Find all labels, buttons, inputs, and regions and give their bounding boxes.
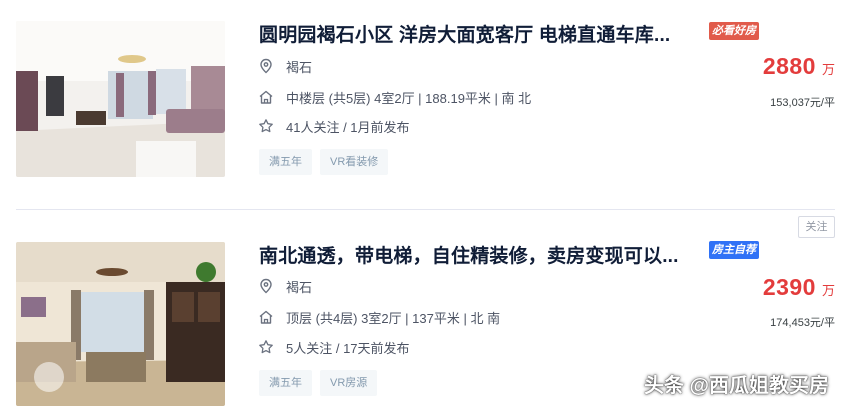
- tag-list: 满五年 VR房源: [259, 370, 378, 396]
- location-pin-icon: [258, 278, 274, 294]
- total-price-value: 2390: [762, 274, 816, 300]
- location-link[interactable]: 褐石: [286, 277, 312, 296]
- vr-icon[interactable]: [34, 362, 64, 392]
- tag-list: 满五年 VR看装修: [259, 149, 389, 175]
- follow-info-text: 41人关注 / 1月前发布: [286, 119, 410, 135]
- listing-divider: [16, 209, 835, 210]
- house-icon: [258, 309, 274, 325]
- location-row: 褐石: [258, 57, 312, 75]
- listing-photo[interactable]: [16, 242, 225, 406]
- star-icon: [258, 339, 274, 355]
- follow-info-row: 41人关注 / 1月前发布: [258, 117, 410, 135]
- unit-price: 153,037元/平: [770, 97, 835, 109]
- watermark: 头条 @西瓜姐教买房: [644, 375, 830, 397]
- unit-price: 174,453元/平: [770, 317, 835, 329]
- location-pin-icon: [258, 58, 274, 74]
- tag-item: 满五年: [259, 370, 312, 396]
- total-price: 2390 万: [763, 274, 835, 301]
- house-info-row: 中楼层 (共5层) 4室2厅 | 188.19平米 | 南 北: [258, 88, 531, 106]
- location-row: 褐石: [258, 277, 312, 295]
- must-see-badge: 必看好房: [709, 22, 759, 40]
- tag-item: 满五年: [259, 149, 312, 175]
- house-info-text: 顶层 (共4层) 3室2厅 | 137平米 | 北 南: [286, 310, 501, 326]
- total-price-unit: 万: [821, 62, 835, 77]
- tag-item: VR房源: [320, 370, 378, 396]
- total-price-value: 2880: [762, 53, 816, 79]
- follow-button[interactable]: 关注: [798, 216, 835, 238]
- house-info-text: 中楼层 (共5层) 4室2厅 | 188.19平米 | 南 北: [286, 90, 532, 106]
- follow-info-row: 5人关注 / 17天前发布: [258, 338, 410, 356]
- location-link[interactable]: 褐石: [286, 57, 312, 76]
- total-price: 2880 万: [763, 53, 835, 80]
- follow-info-text: 5人关注 / 17天前发布: [286, 340, 410, 356]
- listing-title[interactable]: 圆明园褐石小区 洋房大面宽客厅 电梯直通车库...: [259, 20, 670, 47]
- house-icon: [258, 89, 274, 105]
- listing-card[interactable]: 圆明园褐石小区 洋房大面宽客厅 电梯直通车库... 必看好房 褐石 中楼层 (共…: [0, 0, 859, 205]
- owner-recommend-badge: 房主自荐: [709, 241, 759, 259]
- star-icon: [258, 118, 274, 134]
- total-price-unit: 万: [821, 283, 835, 298]
- house-info-row: 顶层 (共4层) 3室2厅 | 137平米 | 北 南: [258, 308, 500, 326]
- tag-item: VR看装修: [320, 149, 389, 175]
- listing-title[interactable]: 南北通透，带电梯，自住精装修，卖房变现可以...: [259, 241, 679, 268]
- listing-photo[interactable]: [16, 21, 225, 177]
